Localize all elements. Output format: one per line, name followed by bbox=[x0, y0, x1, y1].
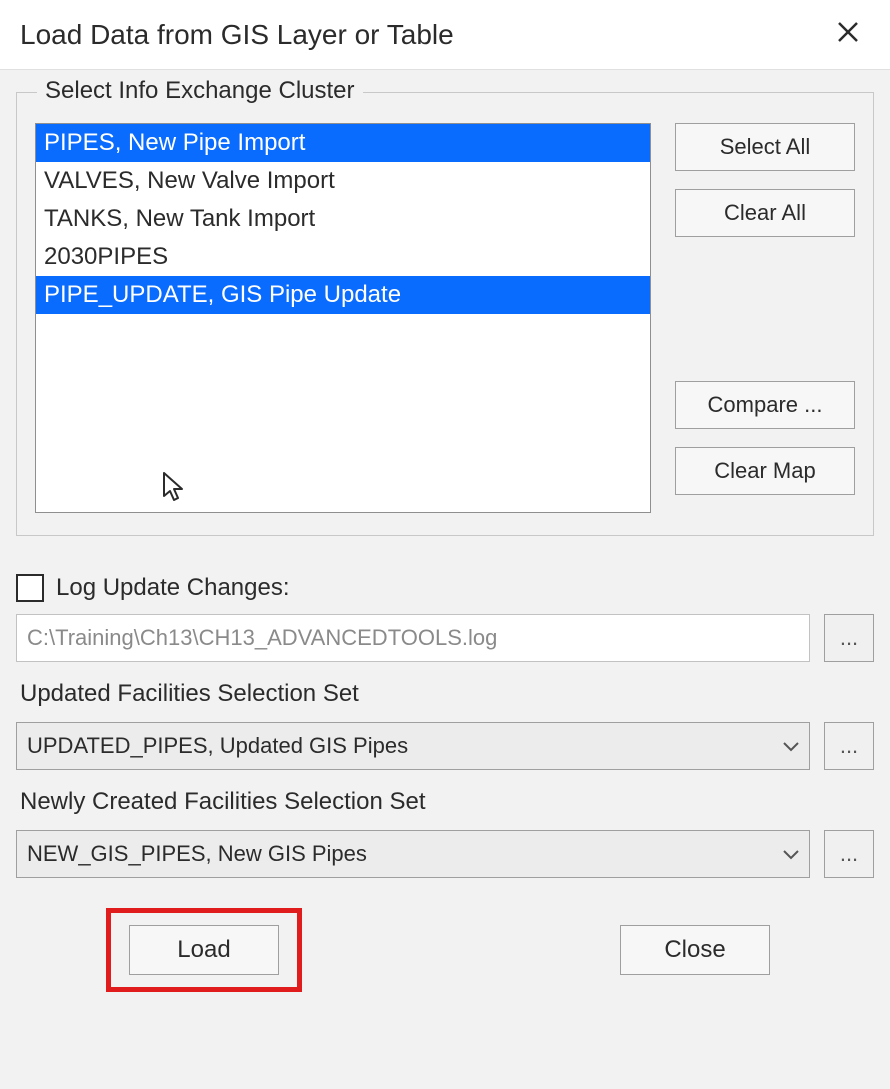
load-button[interactable]: Load bbox=[129, 925, 279, 975]
select-all-button[interactable]: Select All bbox=[675, 123, 855, 171]
cluster-list-item[interactable]: VALVES, New Valve Import bbox=[36, 162, 650, 200]
new-set-value: NEW_GIS_PIPES, New GIS Pipes bbox=[27, 841, 367, 867]
cluster-list-item[interactable]: 2030PIPES bbox=[36, 238, 650, 276]
updated-set-label: Updated Facilities Selection Set bbox=[20, 680, 874, 708]
cluster-listbox[interactable]: PIPES, New Pipe ImportVALVES, New Valve … bbox=[35, 123, 651, 513]
log-browse-button[interactable]: ... bbox=[824, 614, 874, 662]
cluster-list-item[interactable]: TANKS, New Tank Import bbox=[36, 200, 650, 238]
cluster-side-buttons: Select All Clear All Compare ... Clear M… bbox=[675, 123, 855, 513]
action-row: Load Close bbox=[16, 908, 874, 1000]
close-icon[interactable] bbox=[826, 14, 870, 56]
log-path-input[interactable]: C:\Training\Ch13\CH13_ADVANCEDTOOLS.log bbox=[16, 614, 810, 662]
dialog-title: Load Data from GIS Layer or Table bbox=[20, 19, 826, 51]
compare-button[interactable]: Compare ... bbox=[675, 381, 855, 429]
clear-map-button[interactable]: Clear Map bbox=[675, 447, 855, 495]
updated-set-dropdown[interactable]: UPDATED_PIPES, Updated GIS Pipes bbox=[16, 722, 810, 770]
titlebar: Load Data from GIS Layer or Table bbox=[0, 0, 890, 70]
cluster-legend: Select Info Exchange Cluster bbox=[37, 77, 363, 105]
cluster-list-item[interactable]: PIPE_UPDATE, GIS Pipe Update bbox=[36, 276, 650, 314]
log-update-row: Log Update Changes: bbox=[16, 574, 874, 602]
updated-set-browse-button[interactable]: ... bbox=[824, 722, 874, 770]
lower-panel: Log Update Changes: C:\Training\Ch13\CH1… bbox=[0, 544, 890, 1000]
new-set-browse-button[interactable]: ... bbox=[824, 830, 874, 878]
chevron-down-icon bbox=[783, 736, 799, 757]
chevron-down-icon bbox=[783, 844, 799, 865]
updated-set-value: UPDATED_PIPES, Updated GIS Pipes bbox=[27, 733, 408, 759]
cluster-groupbox: Select Info Exchange Cluster PIPES, New … bbox=[16, 92, 874, 536]
new-set-dropdown[interactable]: NEW_GIS_PIPES, New GIS Pipes bbox=[16, 830, 810, 878]
load-highlight: Load bbox=[106, 908, 302, 992]
close-button[interactable]: Close bbox=[620, 925, 770, 975]
log-update-label: Log Update Changes: bbox=[56, 574, 290, 602]
log-update-checkbox[interactable] bbox=[16, 574, 44, 602]
new-set-label: Newly Created Facilities Selection Set bbox=[20, 788, 874, 816]
clear-all-button[interactable]: Clear All bbox=[675, 189, 855, 237]
cluster-list-item[interactable]: PIPES, New Pipe Import bbox=[36, 124, 650, 162]
load-data-dialog: Load Data from GIS Layer or Table Select… bbox=[0, 0, 890, 1089]
